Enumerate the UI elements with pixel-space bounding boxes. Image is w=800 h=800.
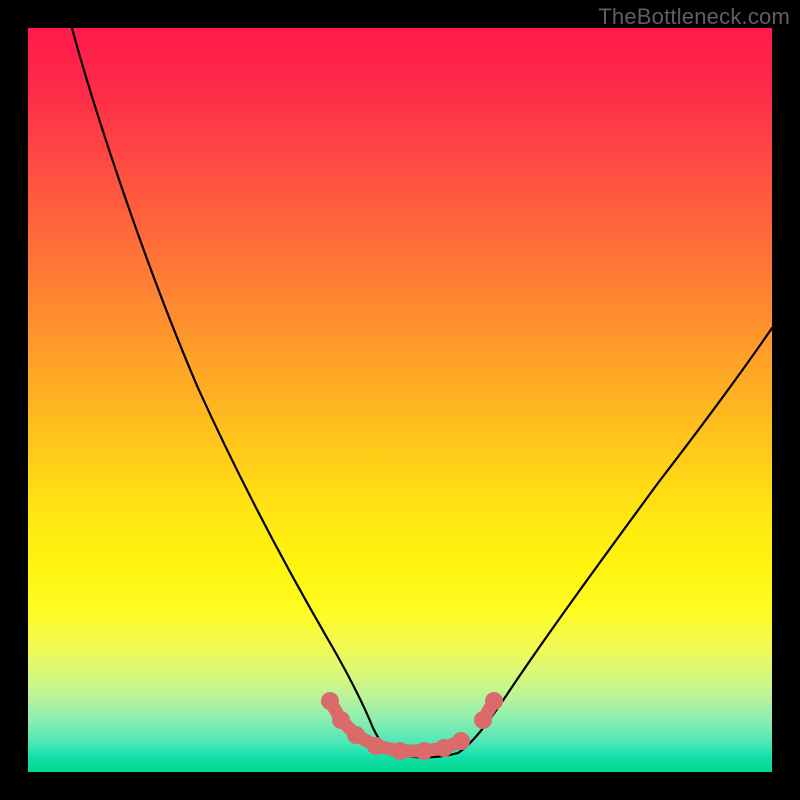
watermark-text: TheBottleneck.com: [598, 4, 790, 30]
curve-layer: [28, 28, 772, 772]
right-branch: [458, 328, 772, 753]
chart-stage: TheBottleneck.com: [0, 0, 800, 800]
highlighted-segment: [321, 692, 503, 760]
left-branch: [72, 28, 388, 751]
plot-area: [28, 28, 772, 772]
